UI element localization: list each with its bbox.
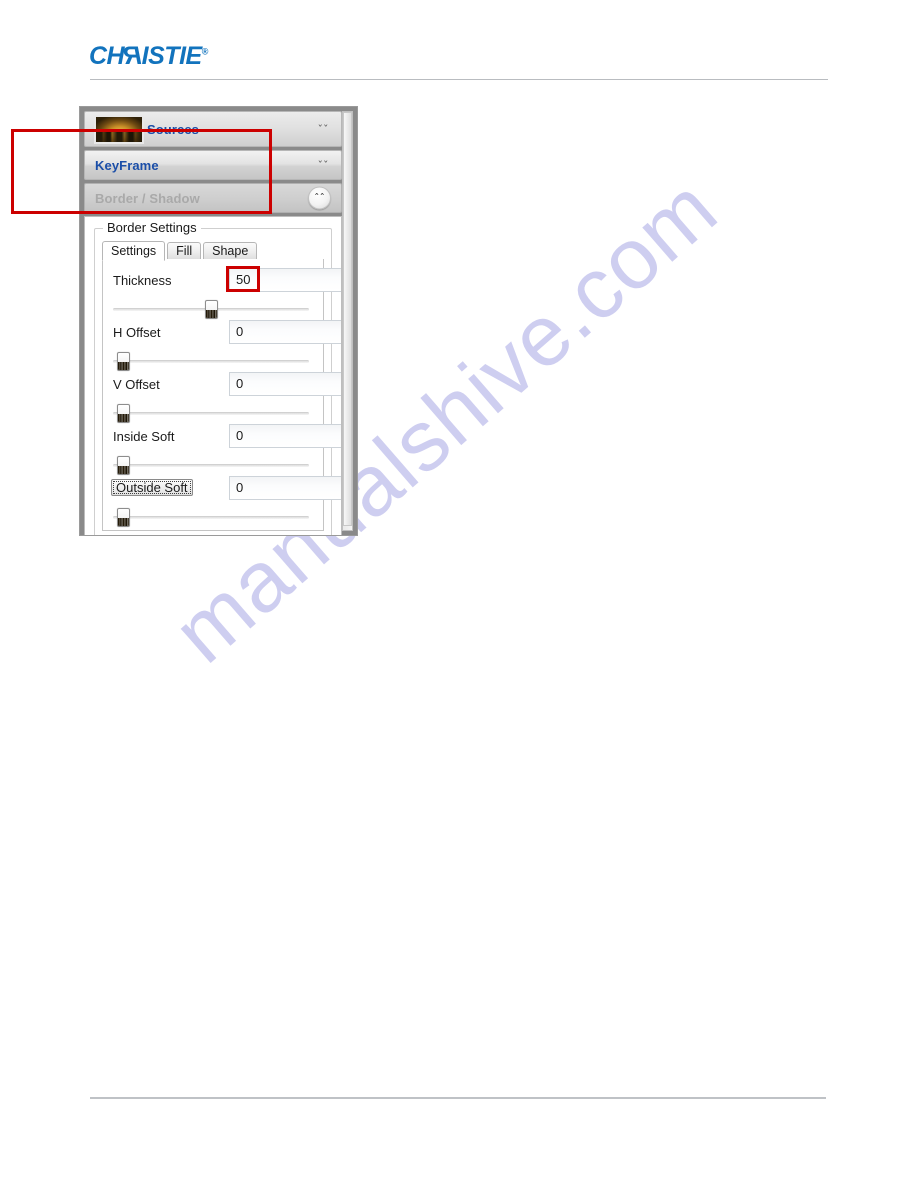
annotation-highlight-box xyxy=(226,266,260,292)
label-outside-soft[interactable]: Outside Soft xyxy=(111,479,193,496)
slider-thickness[interactable] xyxy=(113,300,309,319)
footer-divider xyxy=(90,1097,826,1099)
spinner-h-offset[interactable]: 0 ▲ ▼ xyxy=(229,320,341,344)
setting-row-v-offset: V Offset 0 ▲ ▼ xyxy=(111,372,341,424)
setting-row-h-offset: H Offset 0 ▲ ▼ xyxy=(111,320,341,372)
spinner-outside-soft[interactable]: 0 ▲ ▼ xyxy=(229,476,341,500)
chevron-double-up-icon[interactable]: ˆ ˆ xyxy=(308,186,331,210)
value-inside-soft: 0 xyxy=(236,428,244,443)
setting-row-thickness: Thickness 50 ▲ ▼ xyxy=(111,268,341,320)
tab-shape[interactable]: Shape xyxy=(203,242,258,260)
accordion-label-keyframe: KeyFrame xyxy=(95,157,159,173)
header-divider xyxy=(90,79,828,80)
setting-row-inside-soft: Inside Soft 0 ▲ ▼ xyxy=(111,424,341,476)
document-page: CHRISTIE® manualshive.com Sources ˇ ˇ Ke… xyxy=(0,0,918,1188)
accordion-header-border-shadow[interactable]: Border / Shadow ˆ ˆ xyxy=(84,183,342,213)
spinner-inside-soft[interactable]: 0 ▲ ▼ xyxy=(229,424,341,448)
border-settings-label: Border Settings xyxy=(103,220,201,235)
accordion-header-keyframe[interactable]: KeyFrame ˇ ˇ xyxy=(84,150,342,180)
value-h-offset: 0 xyxy=(236,324,244,339)
logo-text-r: R xyxy=(124,42,142,70)
annotation-highlight-thickness-value xyxy=(226,266,260,292)
slider-thumb-h-offset[interactable] xyxy=(117,352,130,371)
chevron-double-down-icon[interactable]: ˇ ˇ xyxy=(315,121,331,137)
accordion-label-border-shadow: Border / Shadow xyxy=(95,190,200,206)
logo-text-prefix: CH xyxy=(89,42,125,70)
panel-content: Sources ˇ ˇ KeyFrame ˇ ˇ Border / Shadow… xyxy=(84,111,342,535)
tab-fill[interactable]: Fill xyxy=(167,242,202,260)
slider-track-inside-soft xyxy=(113,464,309,467)
accordion-label-sources: Sources xyxy=(147,121,200,137)
chevron-glyph-bottom: ˇ xyxy=(323,158,329,172)
chevron-double-down-icon[interactable]: ˇ ˇ xyxy=(315,157,331,173)
application-panel: Sources ˇ ˇ KeyFrame ˇ ˇ Border / Shadow… xyxy=(79,106,358,536)
border-shadow-content: Border Settings Settings Fill Shape Thic… xyxy=(84,216,342,535)
christie-logo: CHRISTIE® xyxy=(89,42,209,70)
chevron-glyph-bottom: ˆ xyxy=(319,191,326,205)
accordion-header-sources[interactable]: Sources ˇ ˇ xyxy=(84,111,342,147)
slider-track-v-offset xyxy=(113,412,309,415)
tab-settings[interactable]: Settings xyxy=(102,241,166,261)
label-thickness: Thickness xyxy=(113,273,172,288)
setting-row-outside-soft: Outside Soft 0 ▲ ▼ xyxy=(111,476,341,528)
slider-thumb-outside-soft[interactable] xyxy=(117,508,130,527)
spinner-v-offset[interactable]: 0 ▲ ▼ xyxy=(229,372,341,396)
value-outside-soft: 0 xyxy=(236,480,244,495)
tabpanel-settings: Thickness 50 ▲ ▼ xyxy=(102,259,341,531)
tabstrip: Settings Fill Shape xyxy=(102,241,324,261)
slider-h-offset[interactable] xyxy=(113,352,309,371)
slider-inside-soft[interactable] xyxy=(113,456,309,475)
panel-scrollbar[interactable] xyxy=(342,111,353,531)
source-thumbnail-icon xyxy=(94,115,144,144)
label-v-offset: V Offset xyxy=(113,377,160,392)
panel-scrollbar-thumb[interactable] xyxy=(343,112,352,526)
slider-v-offset[interactable] xyxy=(113,404,309,423)
chevron-glyph-bottom: ˇ xyxy=(323,122,329,136)
logo-text-suffix: ISTIE xyxy=(141,42,203,70)
slider-outside-soft[interactable] xyxy=(113,508,309,527)
slider-thumb-thickness[interactable] xyxy=(205,300,218,319)
slider-track-h-offset xyxy=(113,360,309,363)
label-h-offset: H Offset xyxy=(113,325,161,340)
slider-thumb-inside-soft[interactable] xyxy=(117,456,130,475)
value-v-offset: 0 xyxy=(236,376,244,391)
slider-thumb-v-offset[interactable] xyxy=(117,404,130,423)
registered-mark-icon: ® xyxy=(201,46,209,57)
label-inside-soft: Inside Soft xyxy=(113,429,175,444)
slider-track-outside-soft xyxy=(113,516,309,519)
border-settings-groupbox: Border Settings Settings Fill Shape Thic… xyxy=(94,220,341,535)
